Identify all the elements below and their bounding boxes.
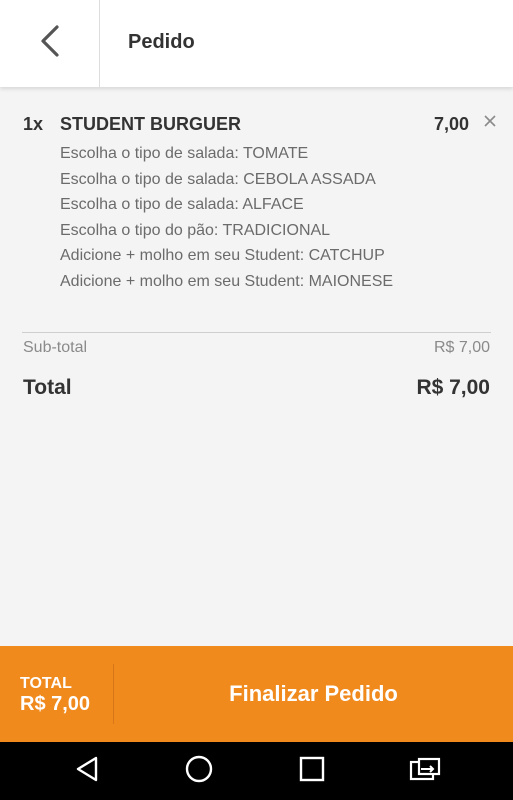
item-option: Escolha o tipo de salada: ALFACE	[60, 196, 304, 214]
triangle-back-icon	[74, 755, 100, 788]
total-label: Total	[23, 376, 72, 399]
item-option: Adicione + molho em seu Student: CATCHUP	[60, 247, 385, 265]
checkout-bar: TOTAL R$ 7,00 Finalizar Pedido	[0, 646, 513, 742]
item-option: Escolha o tipo de salada: TOMATE	[60, 145, 309, 162]
item-name: STUDENT BURGUER	[60, 114, 242, 134]
system-nav-bar	[0, 742, 513, 800]
item-quantity: 1x	[23, 114, 44, 134]
close-icon	[484, 114, 496, 132]
item-option: Escolha o tipo do pão: TRADICIONAL	[60, 221, 331, 239]
subtotal-label: Sub-total	[23, 339, 88, 356]
square-recents-icon	[299, 756, 325, 787]
circle-home-icon	[185, 755, 213, 788]
divider	[22, 332, 491, 333]
footer-total-label: TOTAL	[20, 675, 72, 692]
nav-recents-button[interactable]	[290, 751, 334, 791]
item-price: 7,00	[433, 114, 469, 134]
total-value: R$ 7,00	[416, 376, 490, 399]
back-button[interactable]	[0, 0, 100, 87]
nav-home-button[interactable]	[177, 751, 221, 791]
screen-rotate-icon	[408, 756, 442, 787]
page-title: Pedido	[128, 31, 195, 53]
chevron-left-icon	[39, 24, 61, 63]
footer-total: TOTAL R$ 7,00	[20, 675, 90, 716]
app-header: Pedido	[0, 0, 513, 87]
nav-back-button[interactable]	[65, 751, 109, 791]
order-item: 1x STUDENT BURGUER 7,00	[23, 114, 501, 136]
subtotal-value: R$ 7,00	[433, 339, 490, 356]
finalize-order-button[interactable]: Finalizar Pedido	[114, 646, 513, 742]
nav-rotate-button[interactable]	[403, 751, 447, 791]
item-option: Adicione + molho em seu Student: MAIONES…	[60, 272, 394, 290]
remove-item-button[interactable]	[479, 112, 501, 134]
item-options-list: Escolha o tipo de salada: TOMATE Escolha…	[60, 144, 500, 298]
footer-total-value: R$ 7,00	[20, 693, 91, 715]
item-option: Escolha o tipo de salada: CEBOLA ASSADA	[60, 170, 376, 188]
